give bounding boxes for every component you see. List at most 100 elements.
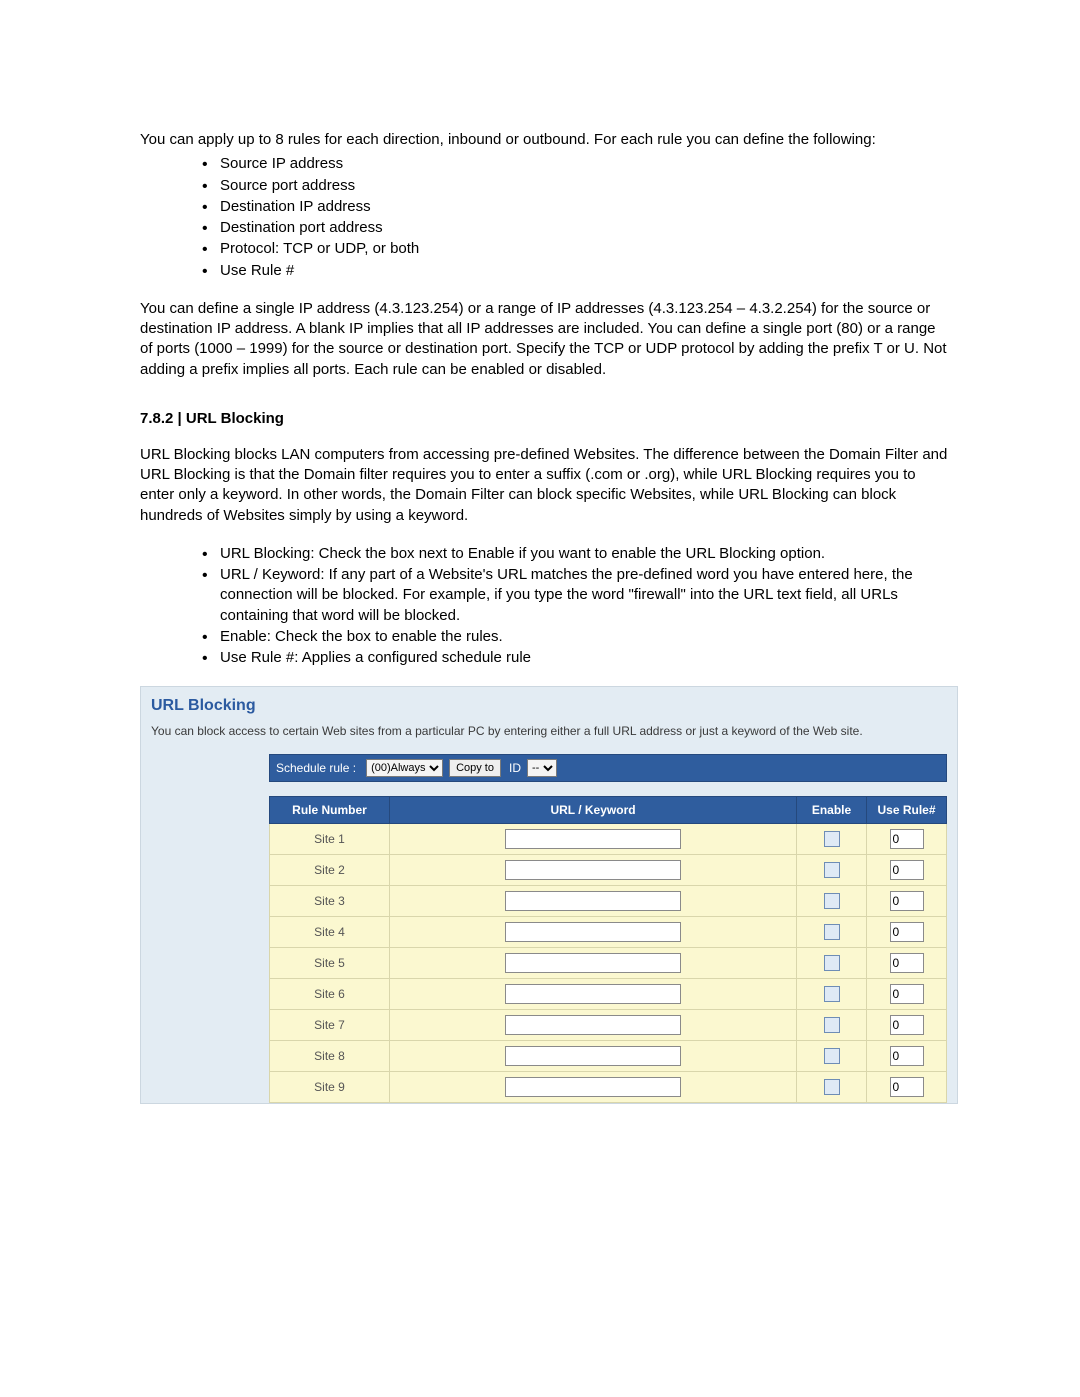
use-rule-input[interactable] xyxy=(890,922,924,942)
enable-cell xyxy=(797,1041,867,1072)
intro-defs-list: Source IP address Source port address De… xyxy=(140,154,950,281)
rule-number-cell: Site 9 xyxy=(270,1072,390,1103)
section-para1: URL Blocking blocks LAN computers from a… xyxy=(140,445,950,526)
rule-number-cell: Site 5 xyxy=(270,948,390,979)
table-row: Site 1 xyxy=(270,824,947,855)
url-keyword-cell xyxy=(390,886,797,917)
schedule-bar: Schedule rule : (00)Always Copy to ID -- xyxy=(269,754,947,782)
rules-table: Rule Number URL / Keyword Enable Use Rul… xyxy=(269,796,947,1103)
enable-checkbox[interactable] xyxy=(824,831,840,847)
use-rule-cell xyxy=(867,1041,947,1072)
list-item: Use Rule # xyxy=(202,261,950,281)
table-row: Site 4 xyxy=(270,917,947,948)
list-item: Source port address xyxy=(202,176,950,196)
id-select[interactable]: -- xyxy=(527,759,557,777)
copy-to-button[interactable]: Copy to xyxy=(449,759,501,777)
url-keyword-cell xyxy=(390,917,797,948)
rule-number-cell: Site 2 xyxy=(270,855,390,886)
use-rule-cell xyxy=(867,824,947,855)
url-keyword-cell xyxy=(390,948,797,979)
use-rule-cell xyxy=(867,1010,947,1041)
rule-number-cell: Site 4 xyxy=(270,917,390,948)
url-keyword-input[interactable] xyxy=(505,1077,681,1097)
list-item: Destination IP address xyxy=(202,197,950,217)
enable-cell xyxy=(797,1072,867,1103)
url-keyword-input[interactable] xyxy=(505,829,681,849)
url-keyword-cell xyxy=(390,1072,797,1103)
enable-checkbox[interactable] xyxy=(824,924,840,940)
enable-checkbox[interactable] xyxy=(824,1079,840,1095)
table-row: Site 3 xyxy=(270,886,947,917)
use-rule-cell xyxy=(867,917,947,948)
url-keyword-input[interactable] xyxy=(505,860,681,880)
enable-cell xyxy=(797,917,867,948)
url-keyword-input[interactable] xyxy=(505,922,681,942)
rule-number-cell: Site 7 xyxy=(270,1010,390,1041)
rule-number-cell: Site 1 xyxy=(270,824,390,855)
rule-number-cell: Site 6 xyxy=(270,979,390,1010)
enable-cell xyxy=(797,855,867,886)
list-item: URL / Keyword: If any part of a Website'… xyxy=(202,565,950,626)
enable-checkbox[interactable] xyxy=(824,1017,840,1033)
th-use-rule: Use Rule# xyxy=(867,797,947,824)
enable-checkbox[interactable] xyxy=(824,955,840,971)
url-keyword-input[interactable] xyxy=(505,953,681,973)
enable-cell xyxy=(797,824,867,855)
schedule-label: Schedule rule : xyxy=(276,761,356,775)
use-rule-input[interactable] xyxy=(890,891,924,911)
enable-checkbox[interactable] xyxy=(824,986,840,1002)
rule-number-cell: Site 3 xyxy=(270,886,390,917)
use-rule-cell xyxy=(867,979,947,1010)
url-keyword-cell xyxy=(390,855,797,886)
intro-para1: You can apply up to 8 rules for each dir… xyxy=(140,130,950,150)
enable-cell xyxy=(797,886,867,917)
panel-title: URL Blocking xyxy=(151,697,947,715)
use-rule-input[interactable] xyxy=(890,953,924,973)
url-keyword-input[interactable] xyxy=(505,1015,681,1035)
list-item: Source IP address xyxy=(202,154,950,174)
enable-cell xyxy=(797,1010,867,1041)
url-keyword-input[interactable] xyxy=(505,984,681,1004)
use-rule-cell xyxy=(867,1072,947,1103)
panel-desc: You can block access to certain Web site… xyxy=(151,723,947,740)
rule-number-cell: Site 8 xyxy=(270,1041,390,1072)
section-bullets: URL Blocking: Check the box next to Enab… xyxy=(140,544,950,669)
url-blocking-panel: URL Blocking You can block access to cer… xyxy=(140,686,958,1104)
url-keyword-cell xyxy=(390,979,797,1010)
id-label: ID xyxy=(509,761,521,775)
th-rule-number: Rule Number xyxy=(270,797,390,824)
url-keyword-cell xyxy=(390,1010,797,1041)
th-url-keyword: URL / Keyword xyxy=(390,797,797,824)
enable-checkbox[interactable] xyxy=(824,862,840,878)
use-rule-input[interactable] xyxy=(890,829,924,849)
use-rule-cell xyxy=(867,886,947,917)
list-item: Protocol: TCP or UDP, or both xyxy=(202,239,950,259)
section-heading: 7.8.2 | URL Blocking xyxy=(140,410,950,427)
enable-cell xyxy=(797,948,867,979)
use-rule-input[interactable] xyxy=(890,1046,924,1066)
list-item: Enable: Check the box to enable the rule… xyxy=(202,627,950,647)
intro-para2: You can define a single IP address (4.3.… xyxy=(140,299,950,380)
use-rule-input[interactable] xyxy=(890,1077,924,1097)
use-rule-cell xyxy=(867,948,947,979)
enable-cell xyxy=(797,979,867,1010)
url-keyword-input[interactable] xyxy=(505,891,681,911)
list-item: Destination port address xyxy=(202,218,950,238)
use-rule-input[interactable] xyxy=(890,1015,924,1035)
th-enable: Enable xyxy=(797,797,867,824)
url-keyword-input[interactable] xyxy=(505,1046,681,1066)
url-keyword-cell xyxy=(390,824,797,855)
use-rule-input[interactable] xyxy=(890,860,924,880)
table-row: Site 5 xyxy=(270,948,947,979)
table-row: Site 2 xyxy=(270,855,947,886)
table-row: Site 8 xyxy=(270,1041,947,1072)
enable-checkbox[interactable] xyxy=(824,893,840,909)
table-row: Site 7 xyxy=(270,1010,947,1041)
url-keyword-cell xyxy=(390,1041,797,1072)
use-rule-cell xyxy=(867,855,947,886)
table-row: Site 6 xyxy=(270,979,947,1010)
use-rule-input[interactable] xyxy=(890,984,924,1004)
schedule-select[interactable]: (00)Always xyxy=(366,759,443,777)
enable-checkbox[interactable] xyxy=(824,1048,840,1064)
table-row: Site 9 xyxy=(270,1072,947,1103)
